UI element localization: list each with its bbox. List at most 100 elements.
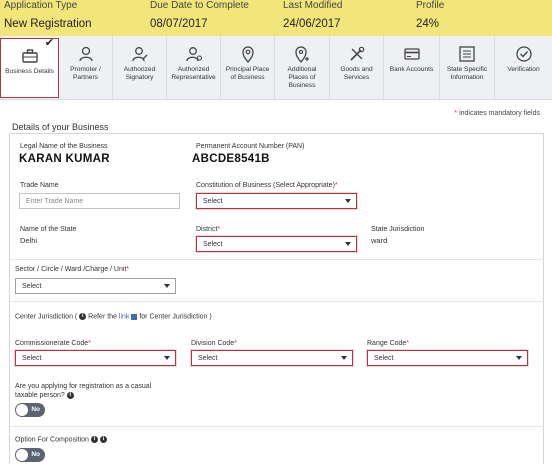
casual-taxable-toggle[interactable]: No bbox=[15, 403, 45, 417]
range-select-value: Select bbox=[374, 355, 394, 362]
tab-promoter-partners[interactable]: Promoter / Partners bbox=[59, 36, 113, 100]
tab-additional-places[interactable]: Additional Places of Business bbox=[275, 36, 330, 100]
profile: Profile 24% bbox=[416, 0, 444, 32]
application-type-value: New Registration bbox=[4, 18, 92, 30]
info-icon: i bbox=[66, 391, 74, 399]
state-value: Delhi bbox=[20, 236, 38, 245]
composition-toggle[interactable]: No bbox=[15, 448, 45, 462]
trade-name-input[interactable]: Enter Trade Name bbox=[19, 193, 180, 209]
legal-name-label: Legal Name of the Business bbox=[20, 143, 108, 150]
chevron-down-icon bbox=[345, 199, 351, 203]
commissionerate-label-text: Commissionerate Code bbox=[15, 340, 89, 347]
range-label: Range Code* bbox=[367, 340, 410, 347]
center-jurisdiction-suffix: for Center Jurisdiction ) bbox=[139, 313, 212, 321]
briefcase-icon bbox=[21, 49, 38, 63]
tab-verification[interactable]: Verification bbox=[495, 36, 552, 100]
tab-authorized-signatory[interactable]: Authorized Signatory bbox=[113, 36, 167, 100]
toggle-knob bbox=[16, 449, 28, 461]
commissionerate-label: Commissionerate Code* bbox=[15, 340, 91, 347]
last-modified: Last Modified 24/06/2017 bbox=[283, 0, 342, 32]
list-icon bbox=[459, 46, 475, 62]
check-icon: ✔ bbox=[44, 37, 54, 49]
user-icon bbox=[78, 46, 93, 62]
composition-label: Option For Composition i i bbox=[15, 436, 107, 443]
sector-select-value: Select bbox=[22, 283, 42, 290]
mandatory-note-text: indicates mandatory fields bbox=[459, 110, 540, 117]
division-label-text: Division Code bbox=[191, 340, 235, 347]
tab-business-details[interactable]: ✔ Business Details bbox=[0, 37, 59, 98]
division-select[interactable]: Select bbox=[191, 350, 353, 366]
chevron-down-icon bbox=[164, 356, 170, 360]
composition-label-text: Option For Composition bbox=[15, 436, 89, 444]
tools-icon bbox=[349, 46, 364, 61]
constitution-select[interactable]: Select bbox=[196, 193, 357, 209]
profile-label: Profile bbox=[416, 0, 445, 11]
divider bbox=[10, 301, 544, 302]
state-jurisdiction-value: ward bbox=[371, 236, 388, 245]
legal-name-value: KARAN KUMAR bbox=[19, 153, 110, 165]
info-icon: i bbox=[99, 436, 107, 443]
range-select[interactable]: Select bbox=[367, 350, 528, 366]
center-jurisdiction-label: Center Jurisdiction ( i Refer the link f… bbox=[15, 313, 212, 320]
user-rep-icon bbox=[185, 47, 202, 62]
center-jurisdiction-link[interactable]: link bbox=[119, 313, 130, 320]
mandatory-fields-note: * indicates mandatory fields bbox=[454, 110, 540, 117]
check-circle-icon bbox=[515, 46, 532, 62]
tab-label: Additional Places of Business bbox=[287, 66, 317, 89]
tab-label: Business Details bbox=[5, 68, 54, 75]
district-label: District* bbox=[196, 226, 221, 233]
district-select[interactable]: Select bbox=[196, 236, 357, 252]
due-date: Due Date to Complete 08/07/2017 bbox=[150, 0, 249, 32]
chevron-down-icon bbox=[516, 356, 522, 360]
tab-authorized-representative[interactable]: Authorized Representative bbox=[167, 36, 221, 100]
due-date-value: 08/07/2017 bbox=[150, 18, 208, 30]
tab-label: Promoter / Partners bbox=[70, 66, 101, 81]
state-label: Name of the State bbox=[20, 226, 77, 233]
last-modified-label: Last Modified bbox=[283, 0, 343, 11]
divider bbox=[10, 259, 544, 260]
last-modified-value: 24/06/2017 bbox=[283, 18, 341, 30]
tab-label: State Specific Information bbox=[446, 66, 488, 81]
tab-label: Authorized Signatory bbox=[123, 66, 156, 81]
tab-label: Principal Place of Business bbox=[225, 66, 270, 81]
bank-icon bbox=[403, 48, 420, 60]
tab-goods-services[interactable]: Goods and Services bbox=[330, 36, 384, 100]
toggle-knob bbox=[16, 404, 28, 416]
sector-select[interactable]: Select bbox=[15, 278, 176, 294]
section-title: Details of your Business bbox=[12, 122, 109, 132]
range-label-text: Range Code bbox=[367, 340, 407, 347]
divider bbox=[10, 426, 544, 427]
constitution-select-value: Select bbox=[203, 198, 223, 205]
casual-taxable-label: Are you applying for registration as a c… bbox=[15, 382, 151, 400]
tab-state-specific[interactable]: State Specific Information bbox=[440, 36, 495, 100]
toggle-text: No bbox=[31, 451, 40, 458]
tab-principal-place[interactable]: Principal Place of Business bbox=[221, 36, 275, 100]
constitution-label: Constitution of Business (Select Appropr… bbox=[196, 182, 338, 189]
location-pin-icon bbox=[241, 46, 254, 63]
commissionerate-select-value: Select bbox=[22, 355, 42, 362]
commissionerate-select[interactable]: Select bbox=[15, 350, 176, 366]
trade-name-label: Trade Name bbox=[20, 182, 59, 189]
casual-taxable-label-line1: Are you applying for registration as a c… bbox=[15, 383, 152, 390]
application-type-label: Application Type bbox=[4, 0, 78, 11]
tab-label: Goods and Services bbox=[340, 66, 373, 81]
pan-label: Permanent Account Number (PAN) bbox=[196, 143, 305, 150]
pan-value: ABCDE8541B bbox=[192, 153, 270, 165]
division-select-value: Select bbox=[198, 355, 218, 362]
info-icon: i bbox=[90, 436, 98, 443]
sector-label: Sector / Circle / Ward /Charge / Unit* bbox=[15, 266, 130, 273]
external-link-icon[interactable] bbox=[131, 313, 138, 320]
registration-steps: ✔ Business Details Promoter / Partners A… bbox=[0, 36, 552, 100]
division-label: Division Code* bbox=[191, 340, 237, 347]
tab-label: Authorized Representative bbox=[171, 66, 216, 81]
profile-value: 24% bbox=[416, 18, 440, 30]
location-plus-icon bbox=[295, 46, 309, 63]
tab-bank-accounts[interactable]: Bank Accounts bbox=[384, 36, 440, 100]
chevron-down-icon bbox=[341, 356, 347, 360]
user-edit-icon bbox=[131, 47, 147, 62]
casual-taxable-label-line2: taxable person? bbox=[15, 392, 65, 399]
chevron-down-icon bbox=[345, 242, 351, 246]
center-jurisdiction-refer: Refer the bbox=[88, 313, 117, 321]
application-info-bar: Application Type New Registration Due Da… bbox=[0, 0, 552, 36]
chevron-down-icon bbox=[164, 284, 170, 288]
